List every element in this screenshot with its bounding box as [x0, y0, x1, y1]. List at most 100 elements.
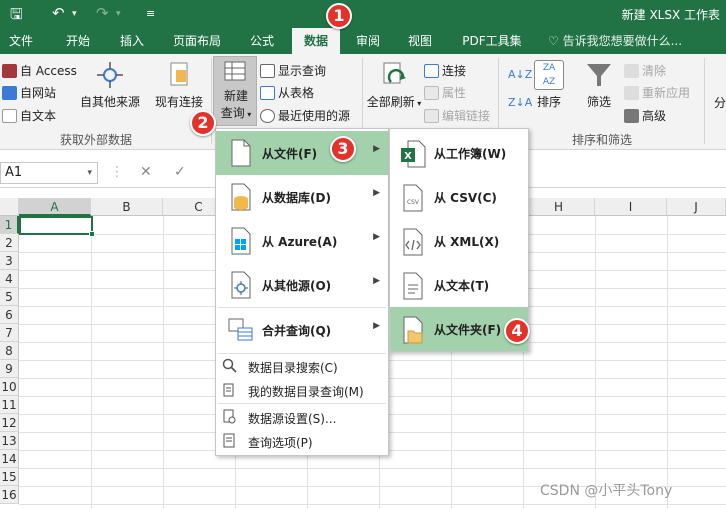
new-query-content[interactable]: 新建 查询 ▾ [215, 60, 257, 121]
undo-dropdown-icon[interactable]: ▾ [72, 9, 77, 19]
menu-from-other-sources[interactable]: 从其他源(O) ▶ [216, 263, 388, 307]
menu-my-catalog-queries[interactable]: 我的数据目录查询(M) [216, 379, 388, 401]
web-icon [2, 85, 17, 100]
column-header[interactable]: J [667, 198, 726, 216]
from-access-button[interactable]: 自 Access [2, 62, 77, 79]
edit-links-button: 编辑链接 [424, 107, 490, 124]
column-header[interactable]: H [523, 198, 595, 216]
column-header[interactable]: B [91, 198, 163, 216]
edit-links-label: 编辑链接 [442, 109, 491, 123]
row-header[interactable]: 16 [0, 486, 19, 504]
row-header[interactable]: 11 [0, 396, 19, 414]
tab-page-layout[interactable]: 页面布局 [164, 28, 230, 54]
sort-desc-icon[interactable]: Z↓A [508, 96, 532, 109]
row-header[interactable]: 7 [0, 324, 19, 342]
name-box[interactable]: A1 ▾ [0, 162, 98, 184]
sort-asc-icon[interactable]: A↓Z [508, 68, 532, 81]
row-header[interactable]: 4 [0, 270, 19, 288]
redo-icon: ↷ [96, 4, 109, 22]
name-box-dropdown-icon[interactable]: ▾ [87, 163, 92, 183]
menu-combine-queries[interactable]: 合并查询(Q) ▶ [216, 308, 388, 352]
refresh-all-button[interactable]: 全部刷新 ▾ [366, 60, 422, 110]
menu-from-file[interactable]: 从文件(F) ▶ [216, 131, 388, 175]
row-header[interactable]: 2 [0, 234, 19, 252]
row-header[interactable]: 13 [0, 432, 19, 450]
menu-from-csv[interactable]: CSV 从 CSV(C) [390, 175, 528, 219]
row-header[interactable]: 12 [0, 414, 19, 432]
reapply-icon [624, 85, 639, 100]
submenu-arrow-icon: ▶ [373, 144, 380, 154]
tab-data[interactable]: 数据 [292, 28, 340, 54]
column-header[interactable]: A [19, 198, 91, 216]
menu-from-csv-label: 从 CSV(C) [434, 191, 497, 205]
cancel-icon[interactable]: ✕ [140, 164, 152, 180]
tab-insert[interactable]: 插入 [110, 28, 154, 54]
callout-badge: 3 [330, 136, 356, 162]
advanced-filter-button[interactable]: 高级 [624, 107, 666, 124]
customize-quick-access-icon[interactable]: ≡ [146, 7, 155, 20]
tab-formulas[interactable]: 公式 [240, 28, 284, 54]
row-header[interactable]: 5 [0, 288, 19, 306]
menu-from-workbook[interactable]: X 从工作簿(W) [390, 131, 528, 175]
tab-file[interactable]: 文件 [0, 28, 42, 54]
menu-from-azure[interactable]: 从 Azure(A) ▶ [216, 219, 388, 263]
reapply-button: 重新应用 [624, 84, 690, 101]
tell-me-search[interactable]: ♡ 告诉我您想要做什么... [548, 28, 682, 54]
tab-home[interactable]: 开始 [56, 28, 100, 54]
row-header[interactable]: 14 [0, 450, 19, 468]
row-header[interactable]: 3 [0, 252, 19, 270]
save-icon[interactable]: 🖫 [10, 4, 23, 29]
from-web-button[interactable]: 自网站 [2, 84, 56, 101]
menu-catalog-search[interactable]: 数据目录搜索(C) [216, 355, 388, 377]
from-web-label: 自网站 [20, 86, 57, 100]
filter-label: 筛选 [586, 95, 611, 109]
tab-pdf-tools[interactable]: PDF工具集 [456, 28, 528, 54]
menu-from-text[interactable]: 从文本(T) [390, 263, 528, 307]
active-cell-a1[interactable] [19, 216, 95, 237]
grid-line [19, 468, 726, 469]
more-icon: ⋮ [110, 164, 124, 180]
callout-badge: 1 [326, 3, 352, 29]
from-file-submenu: X 从工作簿(W) CSV 从 CSV(C) 从 XML(X) 从文本(T) 从… [389, 128, 529, 352]
clear-filter-button: 清除 [624, 62, 666, 79]
sort-button[interactable]: ZA AZ 排序 [532, 60, 566, 110]
from-table-button[interactable]: 从表格 [260, 84, 314, 101]
from-other-sources-button[interactable]: 自其他来源 [78, 60, 142, 110]
database-icon [228, 183, 254, 211]
text-file-icon [400, 271, 426, 301]
access-icon [2, 63, 17, 78]
split-columns-button[interactable]: 分 [714, 94, 726, 111]
row-header[interactable]: 6 [0, 306, 19, 324]
menu-catalog-search-label: 数据目录搜索(C) [248, 361, 338, 375]
from-table-label: 从表格 [278, 86, 315, 100]
connections-button[interactable]: 连接 [424, 62, 466, 79]
tab-view[interactable]: 视图 [398, 28, 442, 54]
menu-from-xml[interactable]: 从 XML(X) [390, 219, 528, 263]
from-text-button[interactable]: 自文本 [2, 107, 56, 124]
properties-label: 属性 [442, 86, 467, 100]
row-header[interactable]: 1 [0, 216, 19, 234]
menu-from-database[interactable]: 从数据库(D) ▶ [216, 175, 388, 219]
select-all-corner[interactable] [0, 198, 19, 216]
connections-icon [424, 63, 439, 78]
show-queries-button[interactable]: 显示查询 [260, 62, 326, 79]
row-header[interactable]: 15 [0, 468, 19, 486]
tab-review[interactable]: 审阅 [346, 28, 390, 54]
column-header[interactable]: I [595, 198, 667, 216]
filter-button[interactable]: 筛选 [582, 60, 616, 110]
menu-query-options[interactable]: 查询选项(P) [216, 430, 388, 452]
existing-connections-button[interactable]: 现有连接 [152, 60, 206, 110]
row-header[interactable]: 10 [0, 378, 19, 396]
menu-from-database-label: 从数据库(D) [262, 191, 331, 205]
fill-handle[interactable] [89, 231, 95, 237]
properties-icon [424, 85, 439, 100]
menu-data-source-settings[interactable]: 数据源设置(S)... [216, 406, 388, 428]
undo-icon[interactable]: ↶ [52, 4, 65, 22]
enter-icon[interactable]: ✓ [174, 164, 186, 180]
row-header[interactable]: 8 [0, 342, 19, 360]
row-header[interactable]: 9 [0, 360, 19, 378]
show-queries-icon [260, 63, 275, 78]
recent-sources-button[interactable]: 最近使用的源 [260, 107, 350, 124]
new-query-label-2: 查询 ▾ [220, 106, 252, 120]
catalog-search-icon [222, 358, 237, 373]
